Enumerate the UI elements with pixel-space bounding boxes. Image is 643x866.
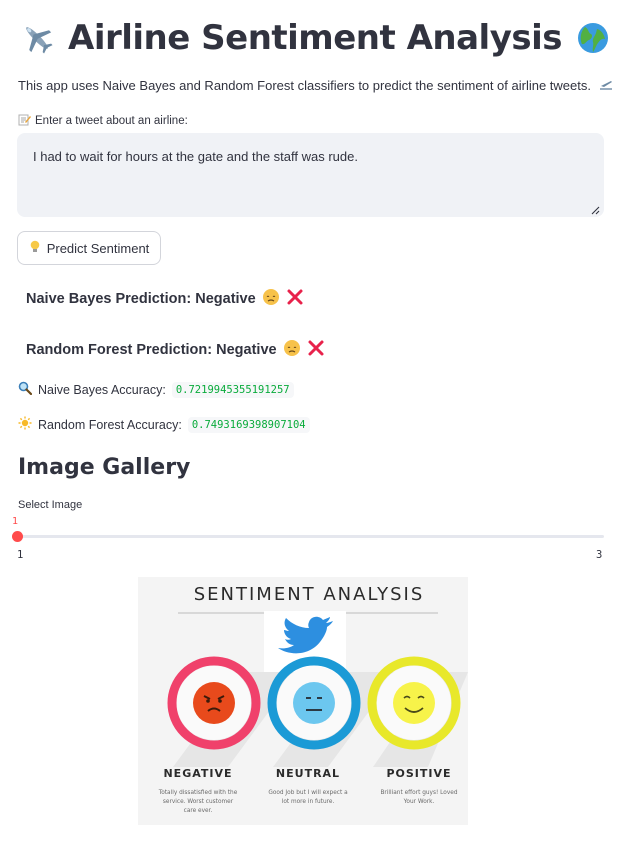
naive-bayes-prediction-text: Naive Bayes Prediction: Negative bbox=[26, 291, 256, 307]
positive-caption-1: Brilliant effort guys! Loved bbox=[380, 790, 457, 796]
neutral-label: NEUTRAL bbox=[276, 767, 340, 780]
app-description: This app uses Naive Bayes and Random For… bbox=[18, 78, 613, 94]
resize-handle-icon[interactable] bbox=[590, 203, 600, 215]
random-forest-accuracy: Random Forest Accuracy: 0.74931693989071… bbox=[18, 416, 310, 433]
slider-max: 3 bbox=[596, 549, 603, 561]
gallery-image: SENTIMENT ANALYSIS NEGATIVE NEUTRAL POSI… bbox=[138, 577, 468, 825]
positive-label: POSITIVE bbox=[386, 767, 451, 780]
positive-caption-2: Your Work. bbox=[403, 799, 435, 805]
neutral-caption-2: lot more in future. bbox=[282, 799, 335, 805]
negative-label: NEGATIVE bbox=[163, 767, 232, 780]
random-forest-accuracy-label: Random Forest Accuracy: bbox=[38, 417, 182, 432]
slider-current-value: 1 bbox=[12, 516, 19, 527]
tweet-input[interactable]: I had to wait for hours at the gate and … bbox=[17, 133, 604, 217]
predict-sentiment-button[interactable]: Predict Sentiment bbox=[17, 231, 161, 265]
image-heading: SENTIMENT ANALYSIS bbox=[194, 584, 425, 605]
cross-mark-icon bbox=[286, 288, 304, 310]
cross-mark-icon bbox=[307, 339, 325, 361]
tweet-input-value: I had to wait for hours at the gate and … bbox=[33, 149, 358, 164]
disappointed-face-icon bbox=[283, 339, 301, 361]
slider-label: Select Image bbox=[18, 499, 83, 511]
image-slider-thumb[interactable] bbox=[12, 531, 23, 542]
memo-icon bbox=[18, 113, 31, 129]
image-slider-track[interactable] bbox=[17, 535, 604, 538]
naive-bayes-accuracy-value: 0.7219945355191257 bbox=[171, 381, 294, 398]
title-row: Airline Sentiment Analysis bbox=[18, 18, 612, 58]
lightbulb-icon bbox=[29, 240, 41, 257]
negative-caption-2: service. Worst customer bbox=[163, 799, 234, 805]
globe-icon bbox=[574, 19, 612, 57]
slider-min: 1 bbox=[17, 549, 24, 561]
random-forest-prediction-text: Random Forest Prediction: Negative bbox=[26, 342, 277, 358]
naive-bayes-prediction: Naive Bayes Prediction: Negative bbox=[26, 288, 304, 310]
smiling-face-icon bbox=[393, 682, 435, 724]
magnifier-icon bbox=[18, 381, 33, 398]
random-forest-prediction: Random Forest Prediction: Negative bbox=[26, 339, 325, 361]
airplane-icon bbox=[18, 19, 56, 57]
naive-bayes-accuracy-label: Naive Bayes Accuracy: bbox=[38, 382, 166, 397]
tweet-input-label-text: Enter a tweet about an airline: bbox=[35, 115, 188, 127]
tweet-input-label: Enter a tweet about an airline: bbox=[18, 113, 188, 129]
angry-face-icon bbox=[193, 682, 235, 724]
naive-bayes-accuracy: Naive Bayes Accuracy: 0.7219945355191257 bbox=[18, 381, 294, 398]
description-text: This app uses Naive Bayes and Random For… bbox=[18, 78, 591, 93]
random-forest-accuracy-value: 0.7493169398907104 bbox=[187, 416, 310, 433]
negative-caption-3: care ever. bbox=[184, 808, 213, 814]
gallery-title: Image Gallery bbox=[18, 455, 191, 480]
sun-icon bbox=[18, 416, 32, 433]
disappointed-face-icon bbox=[262, 288, 280, 310]
predict-sentiment-label: Predict Sentiment bbox=[46, 240, 150, 256]
neutral-caption-1: Good Job but I will expect a bbox=[268, 790, 348, 796]
page-title: Airline Sentiment Analysis bbox=[68, 18, 563, 58]
airplane-departure-icon bbox=[599, 79, 613, 94]
negative-caption-1: Totally dissatisfied with the bbox=[158, 790, 238, 796]
neutral-face-icon bbox=[293, 682, 335, 724]
